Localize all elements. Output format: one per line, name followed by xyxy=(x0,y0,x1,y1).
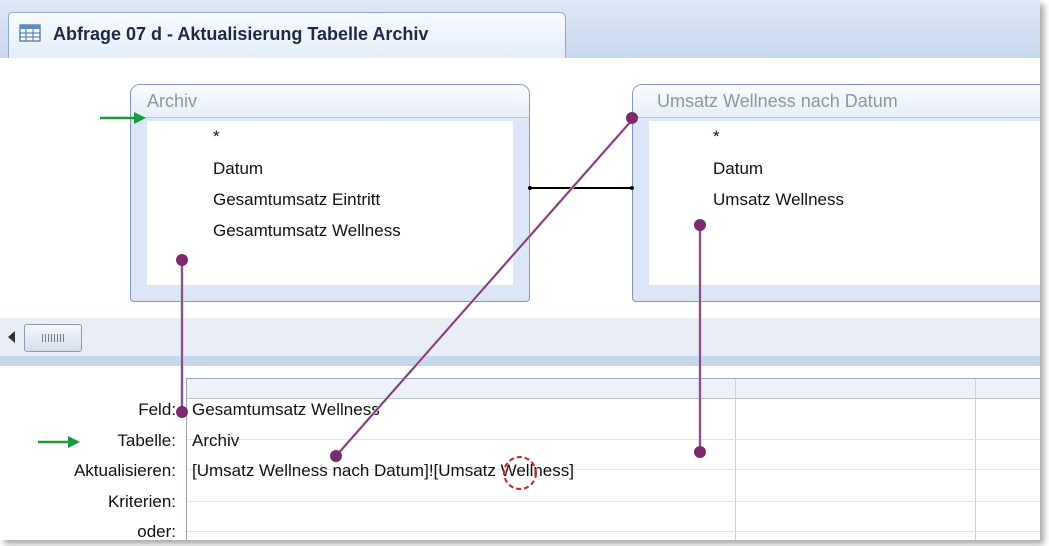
table-archiv-header[interactable]: Archiv xyxy=(131,85,529,118)
grid-divider xyxy=(187,439,1040,440)
cell-aktualisieren[interactable]: [Umsatz Wellness nach Datum]![Umsatz Wel… xyxy=(192,461,574,481)
field-datum[interactable]: Datum xyxy=(213,159,263,179)
field-umsatz-wellness[interactable]: Umsatz Wellness xyxy=(713,190,844,210)
field-gesamtumsatz-eintritt[interactable]: Gesamtumsatz Eintritt xyxy=(213,190,380,210)
scroll-thumb[interactable] xyxy=(24,324,82,352)
grid-column-selector-bar[interactable] xyxy=(187,379,1040,399)
grid-divider xyxy=(187,531,1040,532)
row-label-tabelle: Tabelle: xyxy=(117,431,176,450)
table-pane-scrollbar[interactable] xyxy=(0,318,1040,357)
table-umsatz-wellness[interactable]: Umsatz Wellness nach Datum * Datum Umsat… xyxy=(632,84,1040,302)
table-archiv-field-list: * Datum Gesamtumsatz Eintritt Gesamtumsa… xyxy=(147,121,513,285)
field-all[interactable]: * xyxy=(213,127,220,147)
grid-divider xyxy=(975,379,976,540)
row-label-kriterien: Kriterien: xyxy=(107,492,176,511)
pane-splitter[interactable] xyxy=(0,356,1040,366)
cell-feld[interactable]: Gesamtumsatz Wellness xyxy=(192,400,380,420)
table-archiv-title: Archiv xyxy=(147,91,198,111)
query-design-window: Abfrage 07 d - Aktualisierung Tabelle Ar… xyxy=(0,0,1040,540)
cell-tabelle[interactable]: Archiv xyxy=(192,431,239,451)
table-archiv[interactable]: Archiv * Datum Gesamtumsatz Eintritt Ges… xyxy=(130,84,530,302)
field-gesamtumsatz-wellness[interactable]: Gesamtumsatz Wellness xyxy=(213,221,401,241)
row-label-aktualisieren: Aktualisieren: xyxy=(73,461,176,480)
grid-divider xyxy=(735,379,736,540)
row-label-oder: oder: xyxy=(137,522,176,540)
row-label-feld: Feld: xyxy=(138,400,176,419)
document-tab-strip: Abfrage 07 d - Aktualisierung Tabelle Ar… xyxy=(0,0,1040,59)
field-all[interactable]: * xyxy=(713,127,720,147)
field-datum[interactable]: Datum xyxy=(713,159,763,179)
query-tab[interactable]: Abfrage 07 d - Aktualisierung Tabelle Ar… xyxy=(8,12,566,59)
table-umsatz-wellness-title: Umsatz Wellness nach Datum xyxy=(657,91,898,111)
table-pane: Archiv * Datum Gesamtumsatz Eintritt Ges… xyxy=(0,58,1040,318)
table-umsatz-wellness-field-list: * Datum Umsatz Wellness xyxy=(649,121,1040,285)
query-tab-title: Abfrage 07 d - Aktualisierung Tabelle Ar… xyxy=(53,24,429,44)
query-icon xyxy=(19,24,41,42)
design-grid-pane: Feld: Tabelle: Aktualisieren: Kriterien:… xyxy=(0,366,1040,540)
grid-divider xyxy=(187,501,1040,502)
table-umsatz-wellness-header[interactable]: Umsatz Wellness nach Datum xyxy=(633,85,1040,118)
grip-icon xyxy=(42,334,64,342)
scroll-left-arrow-icon[interactable] xyxy=(8,331,15,343)
